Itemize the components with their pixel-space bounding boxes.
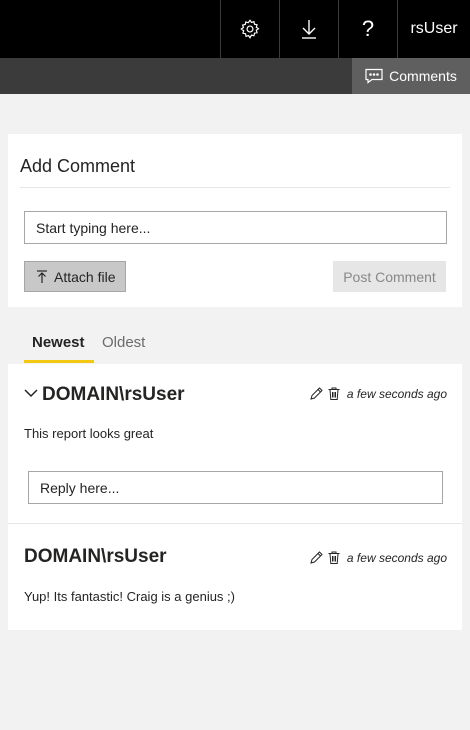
comments-tab-label: Comments (389, 68, 457, 84)
comment-text: Yup! Its fantastic! Craig is a genius ;) (24, 589, 235, 604)
attach-file-button[interactable]: Attach file (24, 261, 126, 292)
download-button[interactable] (279, 0, 338, 58)
tab-oldest[interactable]: Oldest (94, 326, 154, 363)
settings-button[interactable] (220, 0, 279, 58)
tab-newest[interactable]: Newest (24, 326, 94, 363)
comments-toggle-button[interactable]: Comments (352, 58, 470, 94)
user-menu-button[interactable]: rsUser (397, 0, 470, 58)
comment-timestamp: a few seconds ago (346, 386, 447, 401)
comment-timestamp: a few seconds ago (346, 550, 447, 565)
trash-icon[interactable] (327, 386, 341, 401)
secondary-toolbar: Comments (0, 58, 470, 94)
comment-input[interactable] (24, 211, 447, 244)
reply-input[interactable] (28, 471, 443, 504)
sort-tabs: Newest Oldest (24, 326, 154, 363)
trash-icon[interactable] (327, 550, 341, 565)
attach-file-label: Attach file (54, 268, 116, 285)
add-comment-card: Add Comment Attach file Post Comment (8, 134, 462, 307)
comments-list: DOMAIN\rsUser a few seconds ago This rep… (8, 364, 462, 630)
comment-text: This report looks great (24, 426, 154, 441)
top-app-bar: ? rsUser (0, 0, 470, 58)
comment-item: DOMAIN\rsUser a few seconds ago Yup! Its… (8, 525, 462, 630)
edit-icon[interactable] (309, 386, 324, 401)
user-name-label: rsUser (410, 20, 458, 37)
help-button[interactable]: ? (338, 0, 397, 58)
comment-actions: a few seconds ago (309, 386, 447, 401)
chevron-down-icon[interactable] (24, 388, 38, 398)
divider (20, 187, 450, 188)
comment-author: DOMAIN\rsUser (24, 546, 167, 567)
comment-actions: a few seconds ago (309, 550, 447, 565)
gear-icon (239, 18, 261, 40)
post-comment-button[interactable]: Post Comment (333, 261, 446, 292)
help-icon: ? (361, 16, 375, 41)
upload-icon (36, 269, 48, 284)
post-comment-label: Post Comment (343, 268, 436, 285)
edit-icon[interactable] (309, 550, 324, 565)
comment-icon (365, 68, 383, 84)
comment-item: DOMAIN\rsUser a few seconds ago This rep… (8, 364, 462, 524)
download-icon (299, 18, 319, 40)
add-comment-title: Add Comment (20, 156, 136, 176)
comment-author: DOMAIN\rsUser (42, 384, 185, 405)
